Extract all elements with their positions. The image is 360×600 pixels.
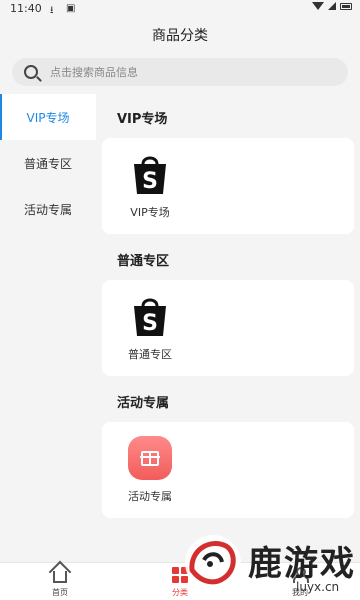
section-title-regular: 普通专区	[117, 254, 170, 269]
section-title-event: 活动专属	[117, 396, 170, 411]
section-card-event: 活动专属	[102, 422, 354, 518]
profile-icon	[292, 567, 309, 583]
wifi-icon	[312, 2, 324, 10]
page-title: 商品分类	[152, 28, 208, 44]
category-item-regular[interactable]: S 普通专区	[122, 294, 178, 364]
search-input[interactable]	[50, 65, 310, 79]
category-item-label: 活动专属	[128, 490, 172, 503]
page-title-bar: 商品分类	[0, 18, 360, 52]
category-item-label: VIP专场	[130, 206, 170, 219]
tab-label: 分类	[172, 588, 188, 597]
gift-icon	[128, 436, 172, 480]
bottom-tab-bar: 首页 分类 我的	[0, 562, 360, 600]
home-icon	[52, 567, 68, 583]
tab-home[interactable]: 首页	[30, 567, 90, 598]
sidebar-item-vip[interactable]: VIP专场	[0, 94, 96, 140]
tab-profile[interactable]: 我的	[270, 567, 330, 598]
category-item-label: 普通专区	[128, 348, 172, 361]
tab-category[interactable]: 分类	[150, 567, 210, 598]
status-bar: 11:40 ⭳ ▣	[0, 0, 360, 18]
shopping-bag-icon: S	[134, 298, 166, 336]
search-icon	[24, 65, 38, 79]
svg-text:S: S	[142, 169, 158, 194]
sidebar-item-event[interactable]: 活动专属	[0, 186, 96, 232]
signal-icon	[328, 2, 336, 10]
sidebar-item-regular[interactable]: 普通专区	[0, 140, 96, 186]
sidebar-item-label: 活动专属	[23, 202, 72, 217]
sidebar-item-label: 普通专区	[23, 156, 72, 171]
section-card-vip: S VIP专场	[102, 138, 354, 234]
search-bar[interactable]	[12, 58, 348, 86]
section-title-vip: VIP专场	[117, 112, 168, 127]
svg-text:S: S	[142, 311, 158, 336]
sidebar-item-label: VIP专场	[26, 110, 70, 125]
category-sidebar: VIP专场 普通专区 活动专属	[0, 94, 96, 562]
section-card-regular: S 普通专区	[102, 280, 354, 376]
category-icon	[172, 567, 188, 583]
tab-label: 我的	[292, 588, 308, 597]
category-item-vip[interactable]: S VIP专场	[122, 152, 178, 222]
notification-icon: ▣	[66, 3, 76, 14]
status-time: 11:40	[10, 2, 42, 15]
tab-label: 首页	[52, 588, 68, 597]
battery-icon	[340, 2, 352, 10]
shopping-bag-icon: S	[134, 156, 166, 194]
category-content: VIP专场 S VIP专场 普通专区 S 普通专区 活动专属 活动专属	[96, 94, 360, 562]
category-item-event[interactable]: 活动专属	[122, 436, 178, 506]
